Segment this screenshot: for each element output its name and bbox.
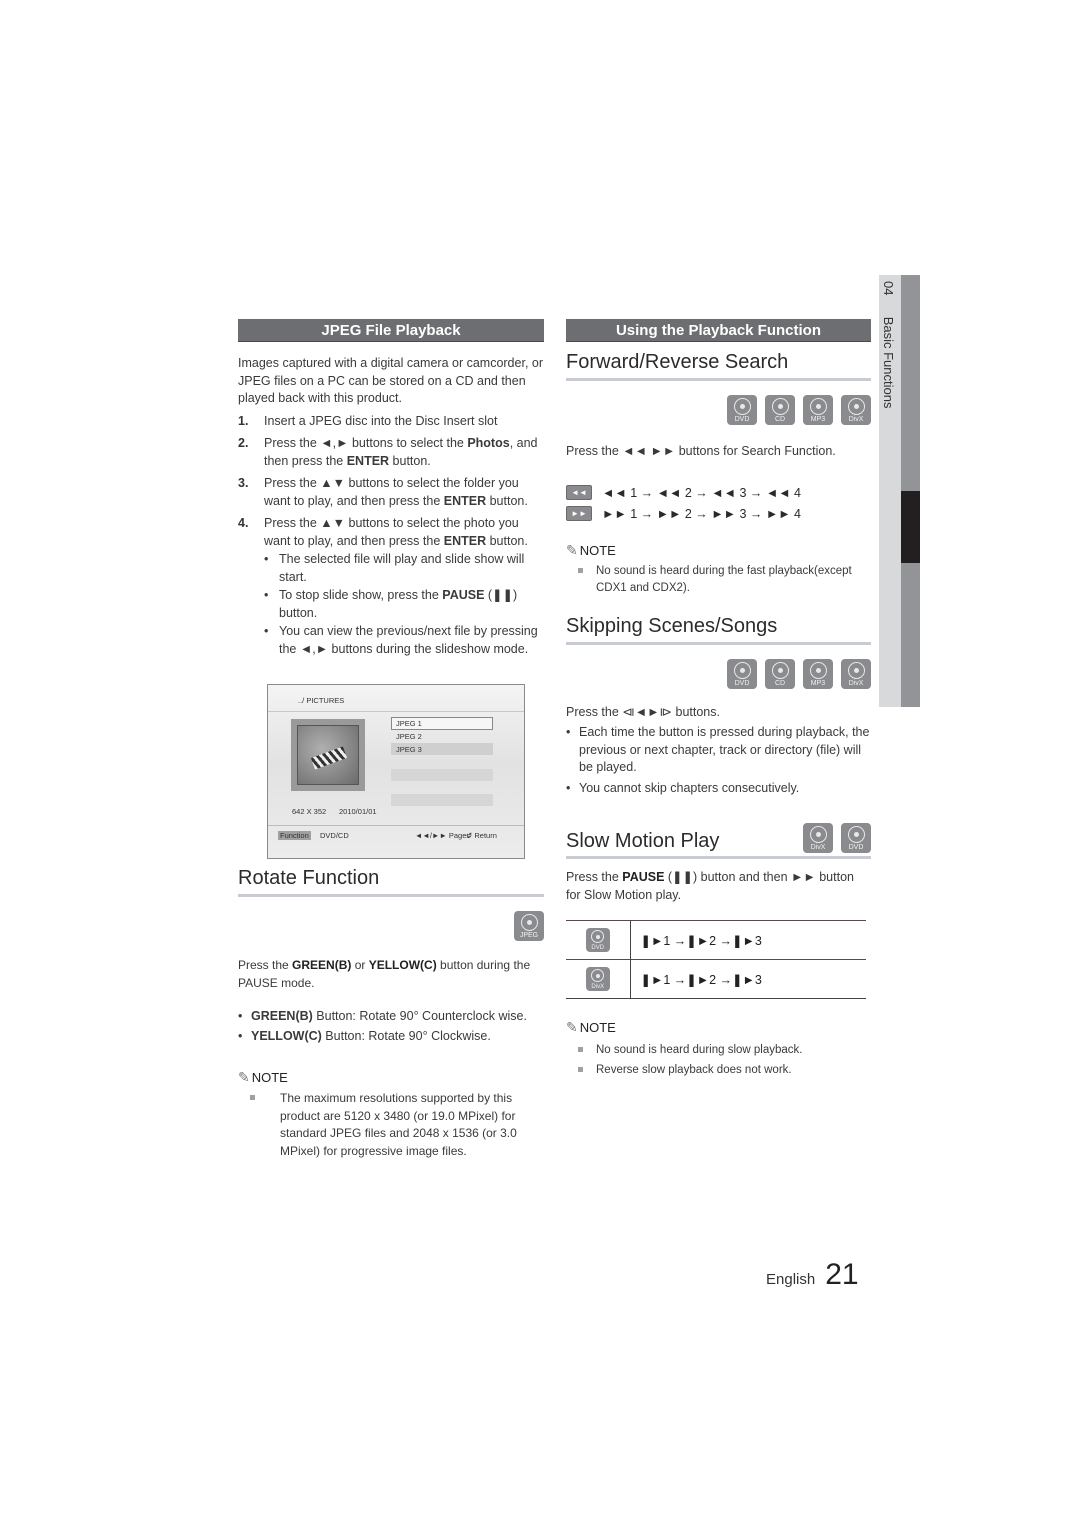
divx-disc-icon: DivX	[841, 658, 871, 689]
rotate-intro: Press the GREEN(B) or YELLOW(C) button d…	[238, 958, 531, 990]
cd-disc-icon: CD	[765, 658, 795, 689]
rotate-bullet: • GREEN(B) Button: Rotate 90° Countercloc…	[238, 1009, 527, 1023]
image-date: 2010/01/01	[339, 807, 377, 816]
mp3-disc-icon: MP3	[803, 395, 833, 425]
divx-disc-icon: DivX	[841, 395, 871, 425]
skip-text: Press the ⧏◄►⧐ buttons.	[566, 704, 720, 719]
slow-note-title: ✎ NOTE	[566, 1019, 616, 1035]
mp3-disc-icon: MP3	[803, 658, 833, 689]
skip-disc-badges: DVD CD MP3 DivX	[566, 658, 871, 689]
pencil-icon: ✎	[566, 1019, 578, 1035]
rewind-key-icon: ◄◄	[566, 485, 592, 500]
chapter-marker	[901, 491, 920, 563]
cd-disc-icon: CD	[765, 395, 795, 425]
note-item: The maximum resolutions supported by thi…	[238, 1090, 544, 1160]
slow-header: Slow Motion Play DivX DVD	[566, 823, 871, 859]
language-label: English	[766, 1271, 816, 1288]
file-item[interactable]: JPEG 3	[396, 745, 422, 754]
function-button[interactable]: Function	[278, 831, 311, 840]
chapter-label: 04 Basic Functions	[881, 281, 896, 408]
note-item: Reverse slow playback does not work.	[566, 1062, 871, 1080]
step-4: 4. Press the ▲▼ buttons to select the ph…	[238, 516, 528, 548]
skip-bullet: • You cannot skip chapters consecutively.	[566, 780, 800, 795]
file-item[interactable]: JPEG 1	[396, 719, 422, 728]
divx-disc-icon: DivX	[585, 967, 610, 992]
jpeg-intro: Images captured with a digital camera or…	[238, 356, 543, 405]
pages-hint: ◄◄/►► Pages	[415, 831, 471, 840]
slow-text: Press the PAUSE (❚❚) button and then ►► …	[566, 870, 854, 902]
rewind-sequence: ◄◄ ◄◄ 1 → ◄◄ 2 → ◄◄ 3 → ◄◄ 4	[566, 483, 871, 503]
pencil-icon: ✎	[238, 1069, 250, 1085]
note-item: No sound is heard during the fast playba…	[566, 563, 871, 598]
search-text: Press the ◄◄ ►► buttons for Search Funct…	[566, 444, 836, 458]
divx-disc-icon: DivX	[803, 823, 833, 853]
fastforward-sequence: ►► ►► 1 → ►► 2 → ►► 3 → ►► 4	[566, 504, 871, 524]
rotate-section: Rotate Function JPEG Press the GREEN(B) …	[238, 867, 544, 1160]
slow-sequence: ❚►1 →❚►2 →❚►3	[630, 920, 866, 960]
step4-bullet: • The selected file will play and slide s…	[264, 552, 525, 584]
step-1: 1. Insert a JPEG disc into the Disc Inse…	[238, 413, 498, 428]
chapter-number: 04	[881, 281, 896, 296]
rotate-bullet: • YELLOW(C) Button: Rotate 90° Clockwise.	[238, 1028, 491, 1043]
rotate-note-title: ✎ NOTE	[238, 1069, 288, 1085]
dvd-disc-icon: DVD	[727, 658, 757, 689]
left-column: JPEG File Playback Images captured with …	[238, 319, 544, 658]
page-number: 21	[825, 1258, 859, 1291]
playback-section-header: Using the Playback Function	[566, 319, 871, 342]
dvd-disc-icon: DVD	[585, 928, 610, 953]
butterfly-thumbnail	[297, 725, 359, 785]
search-note-title: ✎ NOTE	[566, 541, 616, 558]
step-3: 3. Press the ▲▼ buttons to select the fo…	[238, 476, 528, 508]
rotate-title: Rotate Function	[238, 867, 544, 897]
pencil-icon: ✎	[566, 541, 578, 558]
slow-sequence: ❚►1 →❚►2 →❚►3	[630, 959, 866, 999]
fastforward-key-icon: ►►	[566, 506, 592, 521]
screen-path: ../ PICTURES	[298, 696, 345, 705]
image-resolution: 642 X 352	[292, 807, 327, 816]
table-row: DVD ❚►1 →❚►2 →❚►3	[566, 920, 866, 960]
thumbnail-frame	[291, 719, 365, 791]
step4-bullet: • You can view the previous/next file by …	[264, 624, 538, 656]
step4-bullet: • To stop slide show, press the PAUSE (❚❚…	[264, 588, 518, 620]
step-2: 2. Press the ◄,► buttons to select the P…	[238, 436, 538, 468]
jpeg-disc-icon: JPEG	[514, 911, 544, 941]
file-item[interactable]: JPEG 2	[396, 732, 422, 741]
search-title: Forward/Reverse Search	[566, 351, 871, 381]
dvd-disc-icon: DVD	[727, 395, 757, 425]
page-footer: English 21	[766, 1258, 859, 1292]
note-item: No sound is heard during slow playback.	[566, 1042, 871, 1060]
right-column: Using the Playback Function Forward/Reve…	[566, 319, 871, 1079]
skip-bullet: • Each time the button is pressed during …	[566, 725, 870, 774]
photo-browser-screenshot: ../ PICTURES JPEG 1 JPEG 2 JPEG 3 642 X …	[267, 684, 525, 859]
slow-title: Slow Motion Play	[566, 830, 720, 852]
return-hint: ↺ Return	[466, 831, 497, 840]
dvd-disc-icon: DVD	[841, 823, 871, 853]
search-disc-badges: DVD CD MP3 DivX	[566, 395, 871, 425]
chapter-title: Basic Functions	[881, 316, 896, 409]
slow-motion-table: DVD ❚►1 →❚►2 →❚►3 DivX ❚►1 →❚►2 →❚►3	[566, 920, 866, 999]
jpeg-section-header: JPEG File Playback	[238, 319, 544, 342]
table-row: DivX ❚►1 →❚►2 →❚►3	[566, 959, 866, 999]
mode-label: DVD/CD	[320, 831, 349, 840]
skip-title: Skipping Scenes/Songs	[566, 615, 871, 645]
